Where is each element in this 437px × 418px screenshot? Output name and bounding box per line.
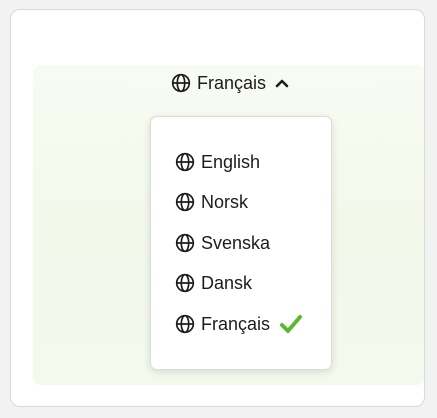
menu-item-label: Svenska <box>201 232 271 253</box>
current-language-label: Français <box>197 72 267 93</box>
language-selector-button[interactable]: Français <box>171 70 289 96</box>
menu-item-label: Français <box>201 313 271 334</box>
menu-item-dansk[interactable]: Dansk <box>175 269 252 297</box>
globe-icon <box>171 73 191 93</box>
globe-icon <box>175 152 195 172</box>
menu-item-label: English <box>201 151 261 172</box>
menu-item-label: Dansk <box>201 272 253 293</box>
globe-icon <box>175 192 195 212</box>
menu-item-svenska[interactable]: Svenska <box>175 229 270 257</box>
checkmark-icon <box>280 315 303 333</box>
chevron-up-icon <box>275 79 289 88</box>
globe-icon <box>175 233 195 253</box>
globe-icon <box>175 314 195 334</box>
language-dropdown-menu: English Norsk Svenska Dansk Français <box>150 116 332 370</box>
menu-item-label: Norsk <box>201 191 249 212</box>
menu-item-norsk[interactable]: Norsk <box>175 188 248 216</box>
menu-item-english[interactable]: English <box>175 148 260 176</box>
menu-item-francais[interactable]: Français <box>175 310 303 338</box>
globe-icon <box>175 273 195 293</box>
language-card: Français English Norsk Svenska Dansk Fra… <box>10 9 425 407</box>
